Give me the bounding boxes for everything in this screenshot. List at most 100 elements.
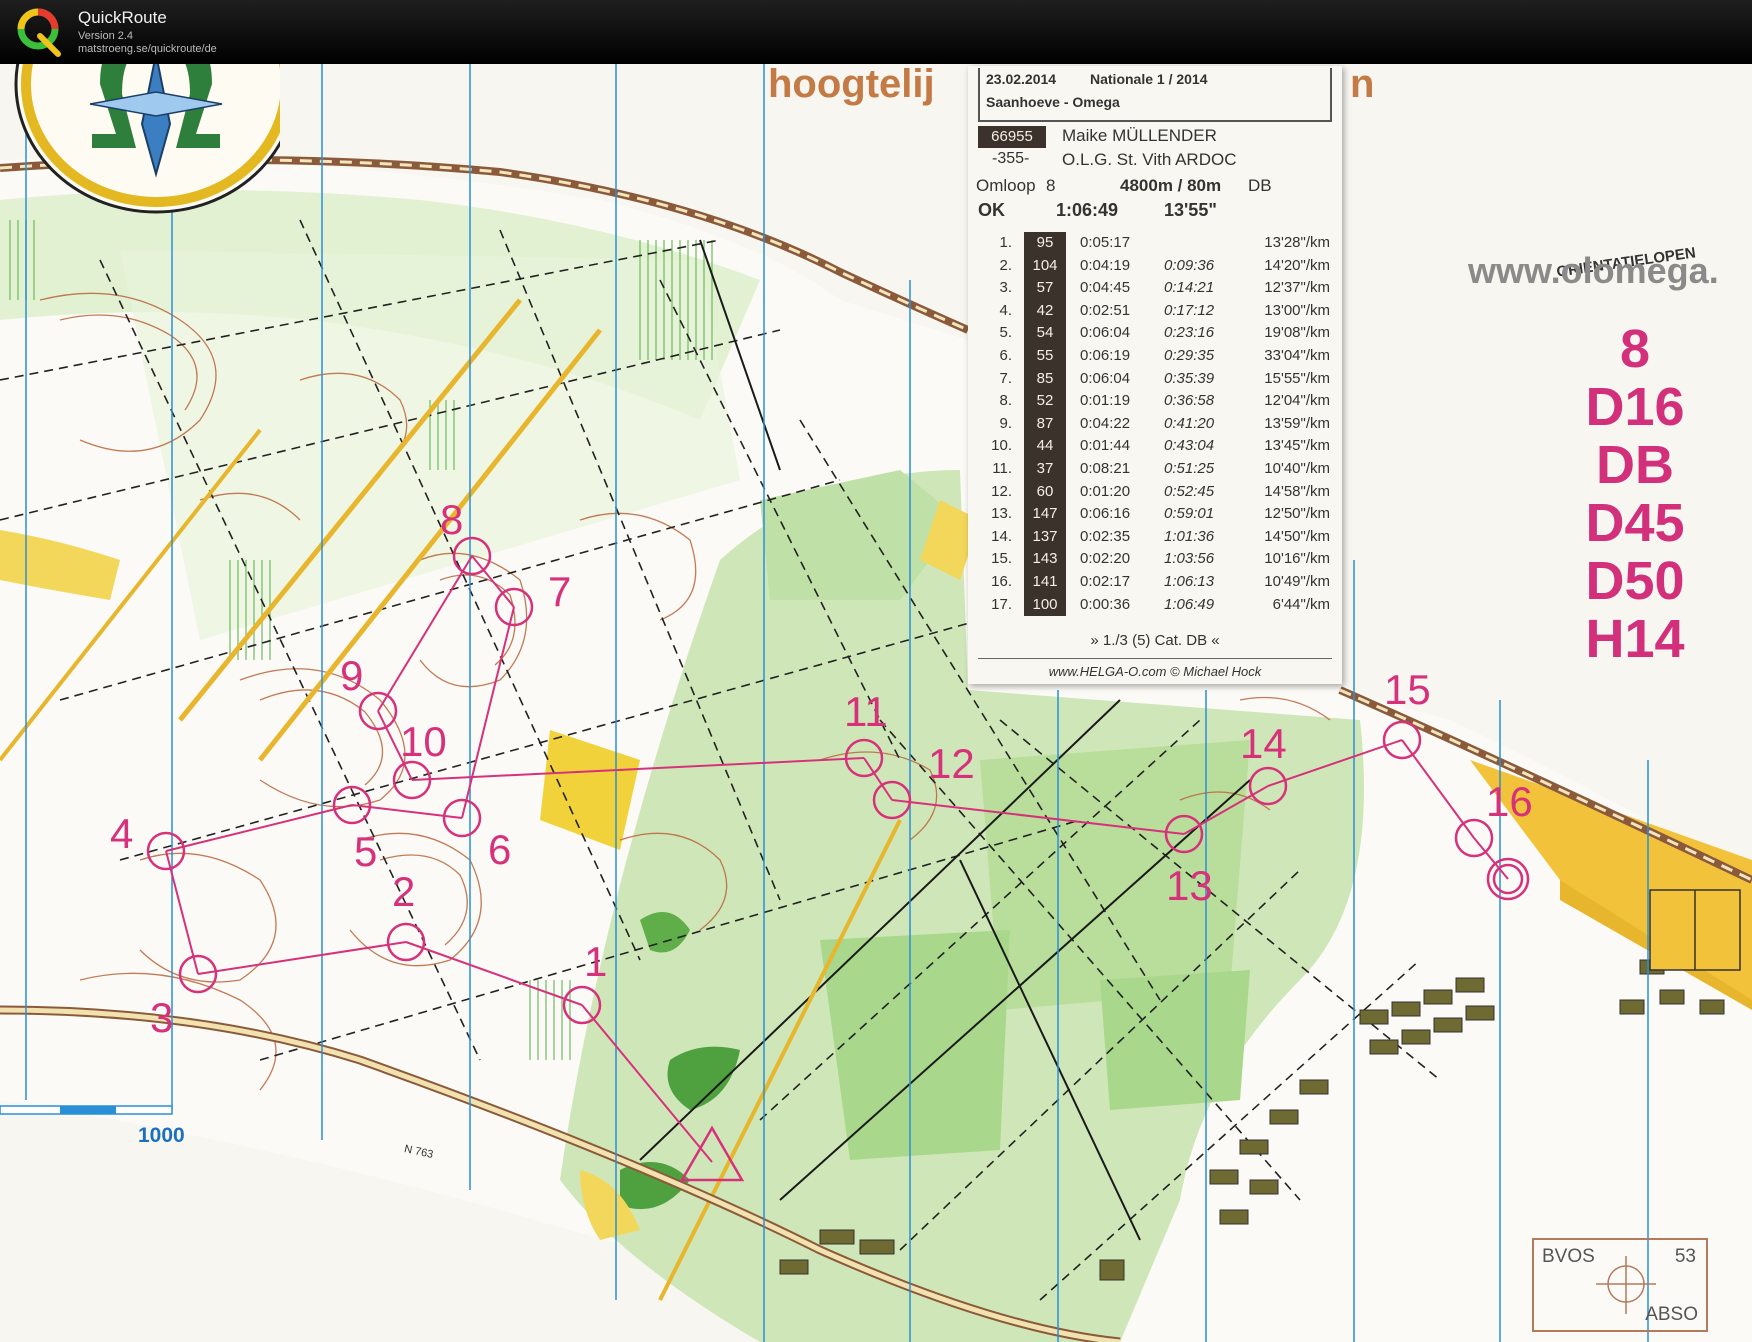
split-row: 14. 137 0:02:35 1:01:36 14'50"/km bbox=[968, 525, 1342, 549]
split-cumulative-time: 0:52:45 bbox=[1164, 482, 1215, 500]
event-date: 23.02.2014 bbox=[986, 71, 1057, 87]
split-index: 14. bbox=[991, 527, 1012, 545]
chip-number: 66955 bbox=[978, 126, 1046, 148]
control-label-8: 8 bbox=[440, 496, 463, 543]
split-row: 6. 55 0:06:19 0:29:35 33'04"/km bbox=[968, 344, 1342, 368]
split-cumulative-time: 0:41:20 bbox=[1164, 414, 1215, 432]
corner-box-left: BVOS bbox=[1542, 1246, 1595, 1267]
total-time: 1:06:49 bbox=[1056, 200, 1119, 220]
split-cumulative-time: 0:35:39 bbox=[1164, 369, 1215, 387]
split-row: 5. 54 0:06:04 0:23:16 19'08"/km bbox=[968, 322, 1342, 345]
split-control-code: 87 bbox=[1024, 412, 1066, 436]
split-pace: 12'50"/km bbox=[1264, 505, 1330, 523]
control-label-13: 13 bbox=[1166, 862, 1213, 909]
map-corner-box: BVOS 53 ABSO bbox=[1532, 1238, 1708, 1332]
split-cumulative-time: 0:14:21 bbox=[1164, 279, 1215, 297]
printout-footer: www.HELGA-O.com © Michael Hock bbox=[1048, 664, 1262, 679]
split-row: 7. 85 0:06:04 0:35:39 15'55"/km bbox=[968, 367, 1342, 391]
split-leg-time: 0:02:51 bbox=[1080, 301, 1131, 319]
split-control-code: 42 bbox=[1024, 299, 1066, 323]
split-row: 3. 57 0:04:45 0:14:21 12'37"/km bbox=[968, 277, 1342, 300]
split-leg-time: 0:04:19 bbox=[1080, 256, 1131, 274]
split-index: 5. bbox=[999, 324, 1012, 342]
ranking: » 1./3 (5) Cat. DB « bbox=[1090, 632, 1220, 649]
split-cumulative-time: 0:17:12 bbox=[1164, 301, 1215, 319]
course-number: 8 bbox=[1046, 176, 1056, 195]
map-title-end: n bbox=[1350, 62, 1375, 106]
split-control-code: 100 bbox=[1024, 593, 1066, 617]
split-pace: 6'44"/km bbox=[1272, 595, 1330, 613]
control-label-16: 16 bbox=[1486, 778, 1533, 825]
runner-club: O.L.G. St. Vith ARDOC bbox=[1062, 150, 1237, 169]
event-box: 23.02.2014 Nationale 1 / 2014 Saanhoeve … bbox=[978, 68, 1332, 122]
control-label-9: 9 bbox=[340, 652, 363, 699]
split-table: 1. 95 0:05:17 13'28"/km 2. 104 0:04:19 0:09:36 1… bbox=[968, 232, 1342, 617]
split-leg-time: 0:01:19 bbox=[1080, 392, 1131, 410]
app-url[interactable]: matstroeng.se/quickroute/de bbox=[78, 43, 217, 55]
course-class: 8 bbox=[1619, 319, 1651, 379]
split-control-code: 141 bbox=[1024, 570, 1066, 594]
control-label-3: 3 bbox=[150, 994, 173, 1041]
split-pace: 13'28"/km bbox=[1264, 234, 1330, 251]
split-control-code: 44 bbox=[1024, 435, 1066, 458]
split-index: 8. bbox=[999, 392, 1012, 410]
split-leg-time: 0:02:17 bbox=[1080, 572, 1131, 590]
split-control-code: 143 bbox=[1024, 548, 1066, 571]
course-label: Omloop bbox=[976, 176, 1036, 195]
runner-name: Maike MÜLLENDER bbox=[1062, 126, 1217, 145]
split-index: 12. bbox=[991, 482, 1012, 500]
split-index: 4. bbox=[999, 301, 1012, 319]
split-leg-time: 0:05:17 bbox=[1080, 234, 1131, 251]
split-row: 10. 44 0:01:44 0:43:04 13'45"/km bbox=[968, 435, 1342, 458]
split-pace: 15'55"/km bbox=[1264, 369, 1330, 387]
divider bbox=[978, 658, 1332, 659]
control-label-4: 4 bbox=[110, 810, 133, 857]
split-index: 16. bbox=[991, 572, 1012, 590]
split-control-code: 37 bbox=[1024, 457, 1066, 481]
split-control-code: 95 bbox=[1024, 232, 1066, 255]
split-leg-time: 0:02:20 bbox=[1080, 550, 1131, 568]
club-website: www.olomega. bbox=[1468, 250, 1719, 291]
split-leg-time: 0:00:36 bbox=[1080, 595, 1131, 613]
course-details: 4800m / 80m bbox=[1120, 176, 1222, 195]
control-label-5: 5 bbox=[354, 828, 377, 875]
split-pace: 12'04"/km bbox=[1264, 392, 1330, 410]
split-leg-time: 0:06:04 bbox=[1080, 369, 1131, 387]
course-class: DB bbox=[1596, 435, 1674, 495]
split-pace: 14'20"/km bbox=[1264, 256, 1330, 274]
split-cumulative-time: 0:36:58 bbox=[1164, 392, 1215, 410]
split-row: 1. 95 0:05:17 13'28"/km bbox=[968, 232, 1342, 255]
app-version: Version 2.4 bbox=[78, 30, 134, 42]
split-cumulative-time: 1:06:13 bbox=[1164, 572, 1215, 590]
split-row: 15. 143 0:02:20 1:03:56 10'16"/km bbox=[968, 548, 1342, 571]
control-label-1: 1 bbox=[584, 938, 607, 985]
average-pace: 13'55" bbox=[1164, 200, 1217, 220]
split-cumulative-time: 0:29:35 bbox=[1164, 346, 1215, 364]
split-control-code: 147 bbox=[1024, 503, 1066, 526]
course-class: D50 bbox=[1585, 551, 1685, 611]
split-pace: 13'00"/km bbox=[1264, 301, 1330, 319]
control-label-14: 14 bbox=[1240, 720, 1287, 767]
split-pace: 13'45"/km bbox=[1264, 437, 1330, 455]
split-leg-time: 0:06:16 bbox=[1080, 505, 1131, 523]
course-class: H14 bbox=[1585, 609, 1685, 669]
quickroute-logo-icon bbox=[17, 8, 61, 57]
runner-number: -355- bbox=[992, 150, 1030, 167]
split-index: 6. bbox=[999, 346, 1012, 364]
split-index: 10. bbox=[991, 437, 1012, 455]
split-leg-time: 0:08:21 bbox=[1080, 459, 1131, 477]
event-venue: Saanhoeve - Omega bbox=[986, 94, 1120, 110]
split-index: 7. bbox=[999, 369, 1012, 387]
split-leg-time: 0:01:20 bbox=[1080, 482, 1131, 500]
split-cumulative-time: 0:09:36 bbox=[1164, 256, 1215, 274]
split-leg-time: 0:06:19 bbox=[1080, 346, 1131, 364]
control-label-7: 7 bbox=[548, 568, 571, 615]
app-header: QuickRoute Version 2.4 matstroeng.se/qui… bbox=[0, 0, 1752, 64]
split-control-code: 55 bbox=[1024, 344, 1066, 368]
app-name: QuickRoute bbox=[78, 8, 167, 27]
split-pace: 14'58"/km bbox=[1264, 482, 1330, 500]
map-title: hoogtelij bbox=[768, 62, 935, 106]
split-row: 17. 100 0:00:36 1:06:49 6'44"/km bbox=[968, 593, 1342, 617]
split-control-code: 137 bbox=[1024, 525, 1066, 549]
split-pace: 12'37"/km bbox=[1264, 279, 1330, 297]
